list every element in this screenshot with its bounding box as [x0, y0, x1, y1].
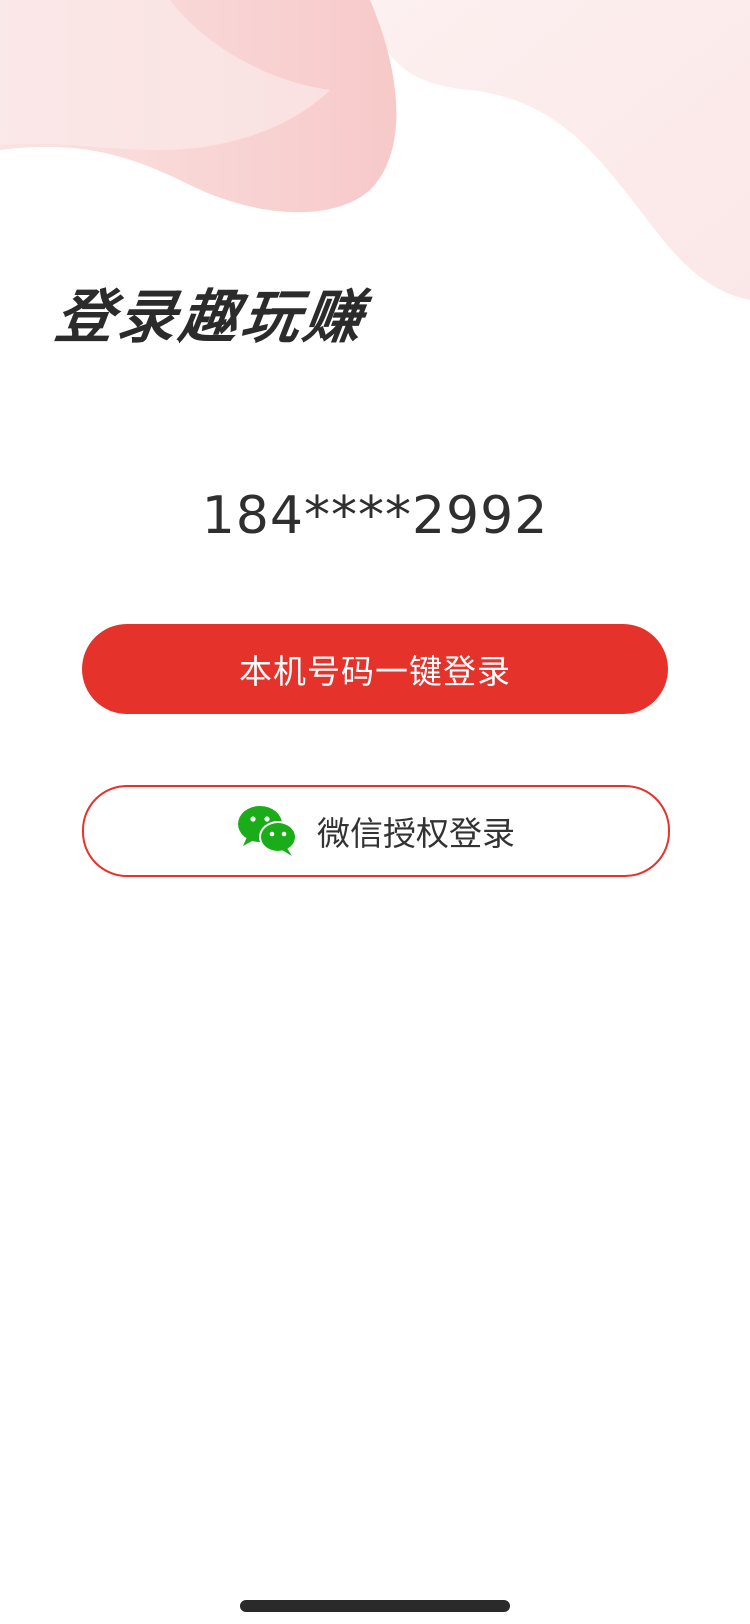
- wechat-icon: [238, 806, 297, 856]
- wechat-login-label: 微信授权登录: [317, 814, 515, 853]
- one-click-login-label: 本机号码一键登录: [239, 652, 511, 691]
- one-click-login-button[interactable]: 本机号码一键登录: [82, 624, 668, 714]
- masked-phone-number: 184****2992: [201, 486, 549, 546]
- login-screen: 登录趣玩赚 184****2992 本机号码一键登录 微信授权登录: [0, 0, 750, 1624]
- background-decoration: [0, 0, 750, 300]
- page-title: 登录趣玩赚: [51, 283, 371, 351]
- wechat-login-button[interactable]: 微信授权登录: [82, 785, 670, 877]
- home-indicator[interactable]: [240, 1600, 510, 1612]
